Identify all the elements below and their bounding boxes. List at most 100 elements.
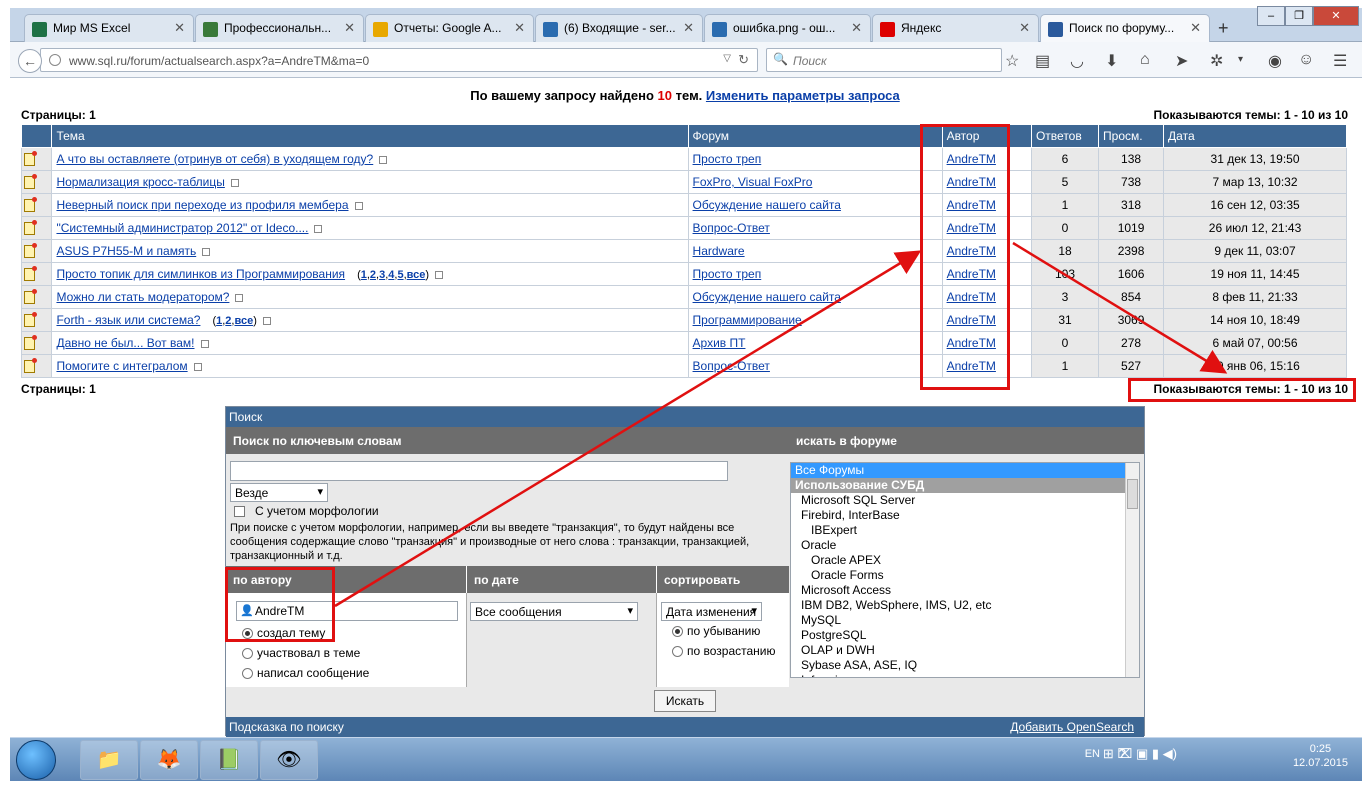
topic-link[interactable]: Просто топик для симлинков из Программир…: [56, 267, 345, 281]
forum-link[interactable]: FoxPro, Visual FoxPro: [693, 175, 813, 189]
minimize-button[interactable]: –: [1257, 6, 1285, 26]
sync-icon[interactable]: ◉: [1268, 51, 1282, 71]
topic-expand-icon[interactable]: [314, 224, 323, 233]
topic-page-link[interactable]: 1: [361, 269, 367, 281]
topic-expand-icon[interactable]: [235, 293, 244, 302]
forum-list-item[interactable]: Informix: [791, 673, 1139, 677]
topic-page-link[interactable]: 4: [388, 269, 394, 281]
forum-list-item[interactable]: IBExpert: [791, 523, 1139, 538]
sort-select[interactable]: Дата изменения: [661, 602, 762, 621]
topic-link[interactable]: Нормализация кросс-таблицы: [56, 175, 224, 189]
topic-link[interactable]: Помогите с интегралом: [56, 359, 187, 373]
topic-link[interactable]: А что вы оставляете (отринув от себя) в …: [56, 152, 373, 166]
addon-icon[interactable]: ✲: [1210, 51, 1223, 71]
reading-list-icon[interactable]: ▤: [1035, 51, 1050, 71]
topic-link[interactable]: Можно ли стать модератором?: [56, 290, 229, 304]
sort-option-0[interactable]: по убыванию: [672, 624, 760, 638]
reload-icon[interactable]: ↻: [738, 52, 749, 68]
topic-expand-icon[interactable]: [193, 362, 202, 371]
radio-button[interactable]: [672, 625, 683, 637]
forum-link[interactable]: Архив ПТ: [693, 336, 746, 350]
menu-icon[interactable]: ☰: [1333, 51, 1347, 71]
close-window-button[interactable]: ✕: [1313, 6, 1359, 26]
tab-close-icon[interactable]: ✕: [514, 20, 525, 36]
topic-page-link[interactable]: все: [407, 269, 426, 281]
add-opensearch-link[interactable]: Добавить OpenSearch: [1010, 720, 1134, 734]
tab-close-icon[interactable]: ✕: [683, 20, 694, 36]
search-bar[interactable]: 🔍 Поиск: [766, 48, 1002, 72]
topic-expand-icon[interactable]: [354, 201, 363, 210]
topic-page-link[interactable]: 5: [397, 269, 403, 281]
topic-link[interactable]: Давно не был... Вот вам!: [56, 336, 194, 350]
history-dropdown-icon[interactable]: ▽: [723, 53, 731, 64]
author-option-2[interactable]: написал сообщение: [242, 666, 369, 680]
keywords-input[interactable]: [230, 461, 728, 481]
header-1[interactable]: Форум: [687, 124, 943, 148]
maximize-button[interactable]: ❐: [1285, 6, 1313, 26]
forum-link[interactable]: Обсуждение нашего сайта: [693, 290, 841, 304]
forum-list-item[interactable]: Все Форумы: [791, 463, 1139, 478]
header-4[interactable]: Просм.: [1098, 124, 1165, 148]
explorer-taskbar-icon[interactable]: 📁: [80, 740, 138, 780]
clock[interactable]: 0:25 12.07.2015: [1293, 742, 1348, 770]
forum-list-item[interactable]: Sybase ASA, ASE, IQ: [791, 658, 1139, 673]
search-hint-link[interactable]: Подсказка по поиску: [229, 720, 344, 734]
author-option-1[interactable]: участвовал в теме: [242, 646, 360, 660]
radio-button[interactable]: [672, 645, 683, 657]
pages-value[interactable]: 1: [89, 382, 96, 396]
forum-list-scrollbar[interactable]: [1125, 463, 1139, 677]
tab-3[interactable]: Отчеты: Google A... ✕: [365, 14, 534, 42]
forum-list-item[interactable]: MySQL: [791, 613, 1139, 628]
forum-list-item[interactable]: Microsoft SQL Server: [791, 493, 1139, 508]
radio-button[interactable]: [242, 647, 253, 659]
bookmark-star-icon[interactable]: ☆: [1005, 51, 1019, 71]
search-button[interactable]: Искать: [654, 690, 716, 712]
topic-link[interactable]: "Системный администратор 2012" от Ideco.…: [56, 221, 308, 235]
date-select[interactable]: Все сообщения: [470, 602, 638, 621]
topic-page-link[interactable]: все: [234, 315, 253, 327]
forum-link[interactable]: Вопрос-Ответ: [693, 221, 770, 235]
forum-link[interactable]: Вопрос-Ответ: [693, 359, 770, 373]
topic-page-link[interactable]: 2: [225, 315, 231, 327]
topic-expand-icon[interactable]: [262, 316, 271, 325]
topic-expand-icon[interactable]: [202, 247, 211, 256]
tab-6[interactable]: Яндекс ✕: [872, 14, 1039, 42]
tab-7[interactable]: Поиск по форуму... ✕: [1040, 14, 1210, 43]
tab-close-icon[interactable]: ✕: [851, 20, 862, 36]
language-indicator[interactable]: EN: [1085, 748, 1100, 760]
topic-page-link[interactable]: 2: [370, 269, 376, 281]
tab-close-icon[interactable]: ✕: [1019, 20, 1030, 36]
forum-link[interactable]: Программирование: [693, 313, 802, 327]
forum-list-item[interactable]: Oracle: [791, 538, 1139, 553]
morphology-checkbox[interactable]: [234, 505, 245, 517]
excel-taskbar-icon[interactable]: 📗: [200, 740, 258, 780]
topic-link[interactable]: Forth - язык или система?: [56, 313, 200, 327]
viewer-taskbar-icon[interactable]: 👁: [260, 740, 318, 780]
tab-close-icon[interactable]: ✕: [1190, 20, 1201, 36]
topic-link[interactable]: ASUS P7H55-M и память: [56, 244, 196, 258]
forum-list-item[interactable]: Microsoft Access: [791, 583, 1139, 598]
topic-expand-icon[interactable]: [435, 270, 444, 279]
forum-list-item[interactable]: Firebird, InterBase: [791, 508, 1139, 523]
header-0[interactable]: Тема: [51, 124, 689, 148]
pocket-icon[interactable]: ◡: [1070, 51, 1084, 71]
tab-2[interactable]: Профессиональн... ✕: [195, 14, 364, 42]
back-button[interactable]: ←: [18, 49, 42, 73]
forum-list[interactable]: Все Форумы Использование СУБД Microsoft SQ…: [790, 462, 1140, 678]
forum-link[interactable]: Просто треп: [693, 152, 762, 166]
tab-4[interactable]: (6) Входящие - ser... ✕: [535, 14, 703, 42]
addon-dropdown-icon[interactable]: ▾: [1238, 54, 1243, 65]
firefox-taskbar-icon[interactable]: 🦊: [140, 740, 198, 780]
tab-close-icon[interactable]: ✕: [344, 20, 355, 36]
where-select[interactable]: Везде: [230, 483, 328, 502]
download-icon[interactable]: ⬇: [1105, 51, 1118, 71]
smiley-icon[interactable]: ☺: [1298, 51, 1314, 69]
topic-expand-icon[interactable]: [379, 155, 388, 164]
topic-page-link[interactable]: 1: [216, 315, 222, 327]
start-button[interactable]: [16, 740, 56, 780]
tray-icons[interactable]: ⊞ ⌧ ▣ ▮ ◀): [1103, 746, 1177, 762]
tab-close-icon[interactable]: ✕: [174, 20, 185, 36]
header-3[interactable]: Ответов: [1030, 124, 1100, 148]
home-icon[interactable]: ⌂: [1140, 51, 1150, 69]
send-icon[interactable]: ➤: [1175, 51, 1188, 71]
